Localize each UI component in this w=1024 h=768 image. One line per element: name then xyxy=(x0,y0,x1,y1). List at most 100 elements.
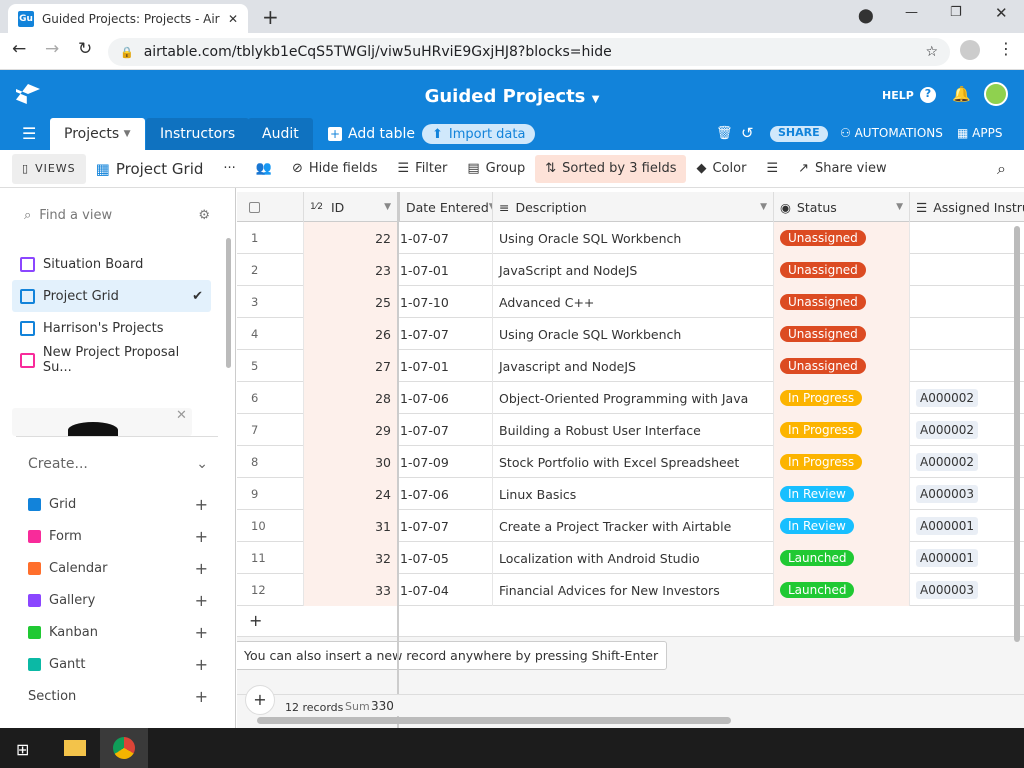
table-row[interactable]: 5 27 1-07-01 Javascript and NodeJS Unass… xyxy=(237,350,1024,382)
bookmark-star-icon[interactable]: ☆ xyxy=(925,44,938,60)
cell-status[interactable]: In Progress xyxy=(774,382,910,414)
cell-description[interactable]: Linux Basics xyxy=(493,478,774,510)
new-tab-icon[interactable]: + xyxy=(262,5,279,29)
cell-status[interactable]: In Progress xyxy=(774,414,910,446)
cell-status[interactable]: In Review xyxy=(774,478,910,510)
cell-description[interactable]: JavaScript and NodeJS xyxy=(493,254,774,286)
cell-date[interactable]: 1-07-10 xyxy=(398,286,493,318)
cell-assigned[interactable] xyxy=(910,318,1024,350)
cell-assigned[interactable]: A000003 xyxy=(910,478,1024,510)
find-view-input[interactable]: ⌕ Find a view ⚙ xyxy=(24,208,210,223)
help-button[interactable]: HELP xyxy=(882,89,914,102)
cell-id[interactable]: 25 xyxy=(304,286,398,318)
cell-assigned[interactable]: A000002 xyxy=(910,382,1024,414)
close-banner-icon[interactable]: ✕ xyxy=(176,408,187,423)
cell-status[interactable]: Launched xyxy=(774,542,910,574)
cell-date[interactable]: 1-07-05 xyxy=(398,542,493,574)
linked-record-chip[interactable]: A000002 xyxy=(916,453,979,471)
sidebar-view-item[interactable]: Harrison's Projects xyxy=(12,312,211,344)
apps-button[interactable]: ▦ APPS xyxy=(957,126,1002,140)
settings-gear-icon[interactable]: ⚙ xyxy=(198,208,210,223)
cell-status[interactable]: Unassigned xyxy=(774,254,910,286)
cell-date[interactable]: 1-07-09 xyxy=(398,446,493,478)
table-row[interactable]: 7 29 1-07-07 Building a Robust User Inte… xyxy=(237,414,1024,446)
cell-description[interactable]: Financial Advices for New Investors xyxy=(493,574,774,606)
user-avatar[interactable] xyxy=(984,82,1008,106)
cell-status[interactable]: Unassigned xyxy=(774,350,910,382)
column-header-description[interactable]: ≡ Description ▼ xyxy=(493,192,774,222)
cell-description[interactable]: Using Oracle SQL Workbench xyxy=(493,318,774,350)
table-row[interactable]: 3 25 1-07-10 Advanced C++ Unassigned xyxy=(237,286,1024,318)
cell-assigned[interactable]: A000002 xyxy=(910,414,1024,446)
tab-instructors[interactable]: Instructors xyxy=(146,118,250,150)
cell-date[interactable]: 1-07-01 xyxy=(398,350,493,382)
horizontal-scrollbar[interactable] xyxy=(257,717,731,724)
column-header-id[interactable]: 1⁄2 ID ▼ xyxy=(304,192,398,222)
table-row[interactable]: 1 22 1-07-07 Using Oracle SQL Workbench … xyxy=(237,222,1024,254)
cell-assigned[interactable]: A000002 xyxy=(910,446,1024,478)
profile-menu-icon[interactable]: ⬤ xyxy=(858,8,874,24)
cell-id[interactable]: 28 xyxy=(304,382,398,414)
view-name-button[interactable]: ▦ Project Grid xyxy=(86,155,214,183)
cell-date[interactable]: 1-07-06 xyxy=(398,478,493,510)
cell-status[interactable]: Launched xyxy=(774,574,910,606)
cell-description[interactable]: Localization with Android Studio xyxy=(493,542,774,574)
tab-audit[interactable]: Audit xyxy=(248,118,313,150)
column-header-status[interactable]: ◉ Status ▼ xyxy=(774,192,910,222)
collaborators-icon[interactable]: 👥 xyxy=(246,155,282,183)
cell-date[interactable]: 1-07-07 xyxy=(398,510,493,542)
cell-status[interactable]: Unassigned xyxy=(774,286,910,318)
share-view-button[interactable]: ↗ Share view xyxy=(788,155,897,183)
hide-fields-button[interactable]: ⊘ Hide fields xyxy=(282,155,388,183)
cell-date[interactable]: 1-07-07 xyxy=(398,414,493,446)
cell-id[interactable]: 31 xyxy=(304,510,398,542)
cell-status[interactable]: Unassigned xyxy=(774,222,910,254)
cell-id[interactable]: 22 xyxy=(304,222,398,254)
help-icon[interactable]: ? xyxy=(920,87,936,103)
menu-hamburger-icon[interactable]: ☰ xyxy=(22,124,36,143)
sidebar-scrollbar[interactable] xyxy=(226,238,231,368)
column-header-assigned[interactable]: ☰ Assigned Instru xyxy=(910,192,1024,222)
cell-date[interactable]: 1-07-07 xyxy=(398,318,493,350)
frozen-column-divider[interactable] xyxy=(397,192,399,728)
restore-icon[interactable]: ❐ xyxy=(950,5,962,20)
chrome-menu-icon[interactable]: ⋮ xyxy=(998,39,1014,58)
filter-button[interactable]: ☰ Filter xyxy=(388,155,458,183)
cell-description[interactable]: Javascript and NodeJS xyxy=(493,350,774,382)
cell-description[interactable]: Create a Project Tracker with Airtable xyxy=(493,510,774,542)
group-button[interactable]: ▤ Group xyxy=(457,155,535,183)
column-header-date[interactable]: Date Entered▼ xyxy=(398,192,493,222)
chrome-profile-avatar[interactable] xyxy=(960,40,980,60)
color-button[interactable]: ◆ Color xyxy=(686,155,756,183)
cell-status[interactable]: In Progress xyxy=(774,446,910,478)
table-row[interactable]: 10 31 1-07-07 Create a Project Tracker w… xyxy=(237,510,1024,542)
table-row[interactable]: 2 23 1-07-01 JavaScript and NodeJS Unass… xyxy=(237,254,1024,286)
cell-id[interactable]: 23 xyxy=(304,254,398,286)
minimize-icon[interactable]: — xyxy=(905,5,918,20)
create-gantt[interactable]: Gantt + xyxy=(28,648,208,680)
cell-date[interactable]: 1-07-01 xyxy=(398,254,493,286)
cell-date[interactable]: 1-07-04 xyxy=(398,574,493,606)
row-height-icon[interactable]: ☰ xyxy=(756,155,788,183)
table-row[interactable]: 11 32 1-07-05 Localization with Android … xyxy=(237,542,1024,574)
table-row[interactable]: 4 26 1-07-07 Using Oracle SQL Workbench … xyxy=(237,318,1024,350)
vertical-scrollbar[interactable] xyxy=(1014,226,1020,642)
views-toggle-button[interactable]: ▯ VIEWS xyxy=(12,153,86,184)
url-input[interactable]: 🔒 airtable.com/tblykb1eCqS5TWGlj/viw5uHR… xyxy=(108,38,950,66)
forward-icon[interactable]: → xyxy=(45,39,59,59)
tab-projects[interactable]: Projects ▼ xyxy=(50,118,145,150)
create-calendar[interactable]: Calendar + xyxy=(28,552,208,584)
linked-record-chip[interactable]: A000002 xyxy=(916,389,979,407)
notifications-bell-icon[interactable]: 🔔 xyxy=(952,85,971,103)
cell-id[interactable]: 27 xyxy=(304,350,398,382)
cell-assigned[interactable]: A000003 xyxy=(910,574,1024,606)
history-icon[interactable]: ↺ xyxy=(741,124,754,142)
base-title[interactable]: Guided Projects ▼ xyxy=(0,86,1024,107)
automations-button[interactable]: ⚇ AUTOMATIONS xyxy=(840,126,943,140)
browser-tab[interactable]: Gu Guided Projects: Projects - Airtab ✕ xyxy=(8,4,248,33)
cell-id[interactable]: 32 xyxy=(304,542,398,574)
reload-icon[interactable]: ↻ xyxy=(78,39,92,59)
search-icon[interactable]: ⌕ xyxy=(987,155,1016,183)
back-icon[interactable]: ← xyxy=(12,39,26,59)
cell-assigned[interactable] xyxy=(910,222,1024,254)
